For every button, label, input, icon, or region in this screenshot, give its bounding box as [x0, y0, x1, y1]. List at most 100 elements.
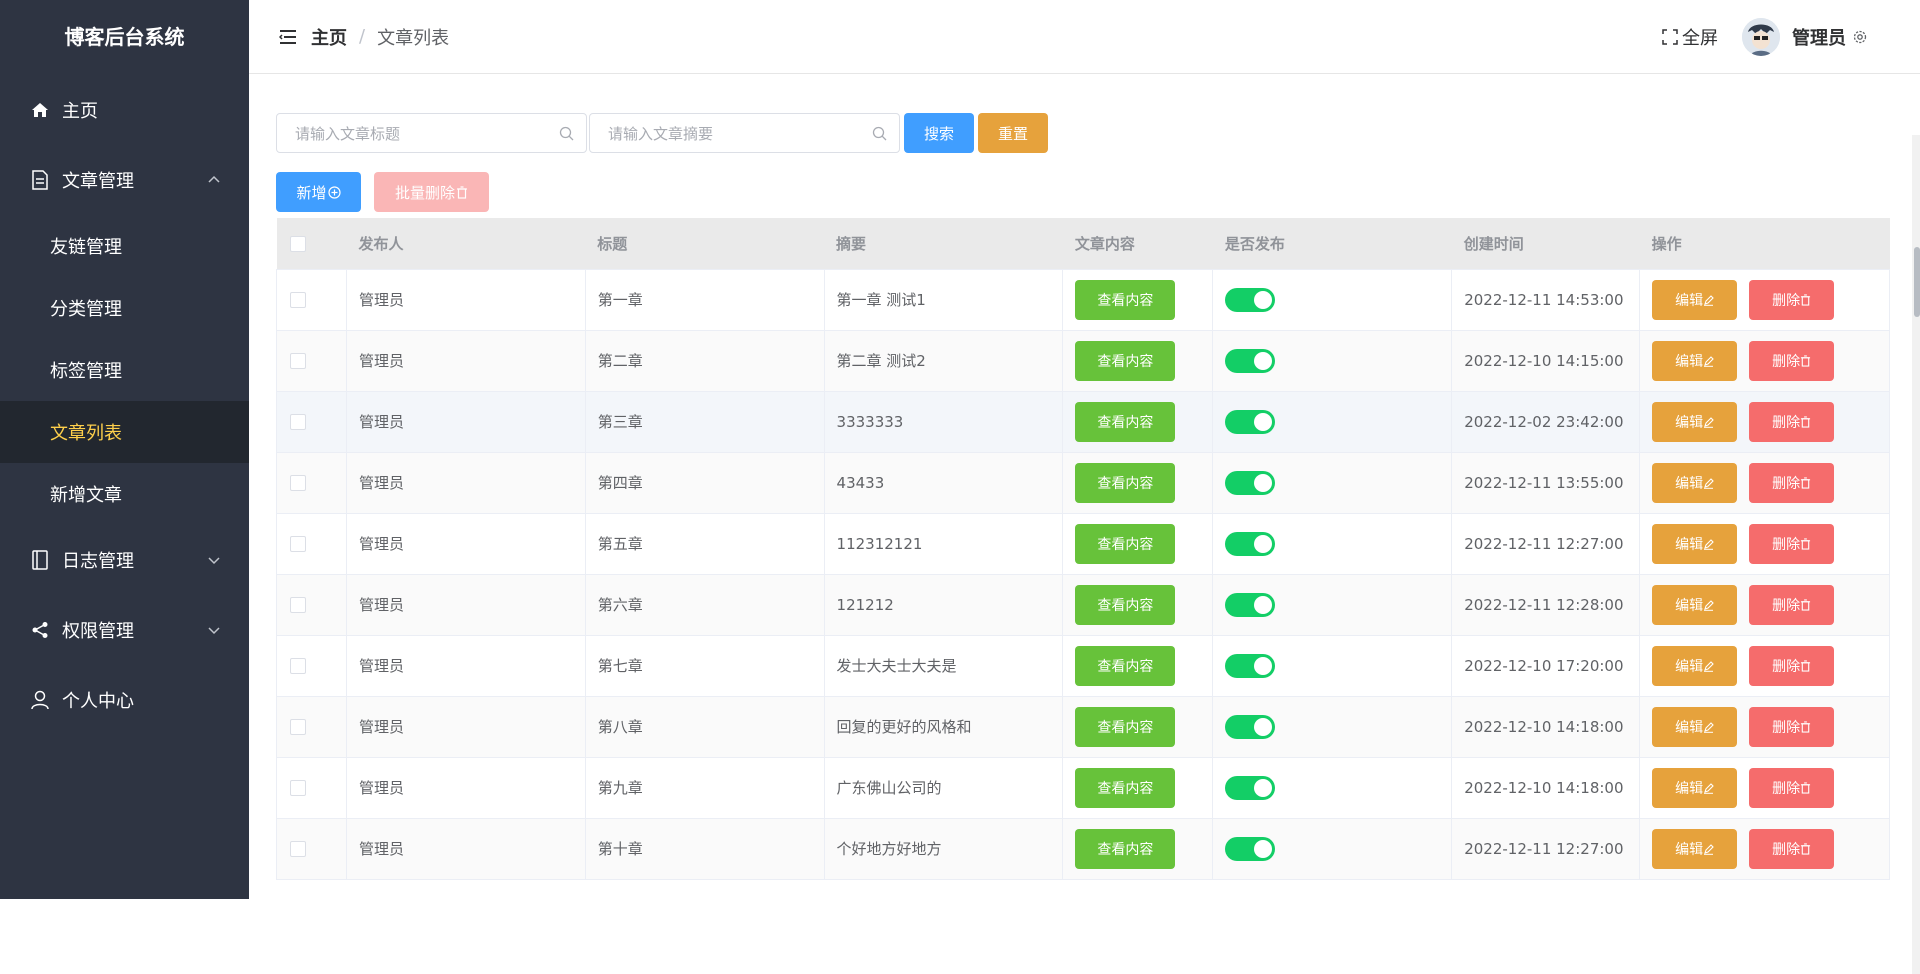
view-content-button[interactable]: 查看内容 [1075, 401, 1176, 442]
row-checkbox[interactable] [290, 597, 306, 613]
select-all-checkbox[interactable] [289, 235, 306, 252]
delete-button[interactable]: 删除 [1749, 828, 1835, 869]
edit-button[interactable]: 编辑 [1652, 462, 1738, 503]
edit-button[interactable]: 编辑 [1652, 523, 1738, 564]
row-checkbox[interactable] [290, 353, 306, 369]
view-content-button[interactable]: 查看内容 [1075, 523, 1176, 564]
row-checkbox[interactable] [290, 475, 306, 491]
avatar[interactable] [1742, 18, 1780, 56]
row-checkbox[interactable] [290, 414, 306, 430]
header-summary: 摘要 [824, 218, 1063, 270]
publish-toggle[interactable] [1225, 470, 1276, 495]
table-header-row: 发布人 标题 摘要 文章内容 是否发布 创建时间 操作 [276, 218, 1890, 270]
edit-button[interactable]: 编辑 [1652, 645, 1738, 686]
sidebar-item-label: 权限管理 [62, 621, 134, 642]
cell-created: 2022-12-11 12:27:00 [1451, 513, 1641, 575]
edit-button[interactable]: 编辑 [1652, 279, 1738, 320]
row-checkbox[interactable] [290, 719, 306, 735]
view-content-button[interactable]: 查看内容 [1075, 279, 1176, 320]
delete-button[interactable]: 删除 [1749, 523, 1835, 564]
sidebar-item-permissions[interactable]: 权限管理 [0, 595, 249, 665]
sidebar-item-categories[interactable]: 分类管理 [0, 277, 249, 339]
row-select-cell [276, 635, 347, 697]
delete-button[interactable]: 删除 [1749, 584, 1835, 625]
cell-title: 第九章 [585, 757, 825, 819]
view-content-button[interactable]: 查看内容 [1075, 645, 1176, 686]
cell-summary: 121212 [824, 574, 1064, 636]
header-content: 文章内容 [1062, 218, 1213, 270]
sidebar-item-logs[interactable]: 日志管理 [0, 525, 249, 595]
edit-button[interactable]: 编辑 [1652, 767, 1738, 808]
row-select-cell [276, 513, 347, 575]
view-content-button[interactable]: 查看内容 [1075, 462, 1176, 503]
header-actions: 操作 [1639, 218, 1890, 270]
page-scrollbar[interactable] [1912, 135, 1920, 974]
cell-title: 第六章 [585, 574, 825, 636]
publish-toggle[interactable] [1225, 531, 1276, 556]
user-name[interactable]: 管理员 [1792, 24, 1846, 50]
publish-toggle[interactable] [1225, 714, 1276, 739]
view-content-button[interactable]: 查看内容 [1075, 828, 1176, 869]
row-checkbox[interactable] [290, 536, 306, 552]
cell-content: 查看内容 [1062, 452, 1214, 514]
delete-button[interactable]: 删除 [1749, 401, 1835, 442]
edit-button[interactable]: 编辑 [1652, 340, 1738, 381]
cell-author: 管理员 [346, 818, 586, 880]
reset-button[interactable]: 重置 [978, 113, 1048, 153]
sidebar-item-article-management[interactable]: 文章管理 [0, 145, 249, 215]
row-select-cell [276, 757, 347, 819]
row-checkbox[interactable] [290, 292, 306, 308]
publish-toggle[interactable] [1225, 348, 1276, 373]
scrollbar-thumb[interactable] [1914, 247, 1920, 317]
breadcrumb-home[interactable]: 主页 [311, 24, 347, 50]
row-checkbox[interactable] [290, 841, 306, 857]
row-checkbox[interactable] [290, 658, 306, 674]
header-author: 发布人 [346, 218, 586, 270]
delete-button[interactable]: 删除 [1749, 462, 1835, 503]
delete-button[interactable]: 删除 [1749, 340, 1835, 381]
edit-button[interactable]: 编辑 [1652, 706, 1738, 747]
delete-button[interactable]: 删除 [1749, 706, 1835, 747]
edit-button[interactable]: 编辑 [1652, 584, 1738, 625]
publish-toggle[interactable] [1225, 775, 1276, 800]
table-row: 管理员 第三章 3333333 查看内容 2022-12-02 23:42:00 编辑 删除 [276, 391, 1890, 453]
delete-button[interactable]: 删除 [1749, 645, 1835, 686]
menu-collapse-icon[interactable] [279, 28, 297, 46]
batch-delete-button[interactable]: 批量删除 [374, 172, 489, 212]
summary-search-input[interactable]: 请输入文章摘要 [589, 113, 900, 153]
delete-button[interactable]: 删除 [1749, 279, 1835, 320]
view-content-button[interactable]: 查看内容 [1075, 767, 1176, 808]
view-content-button[interactable]: 查看内容 [1075, 706, 1176, 747]
edit-label: 编辑 [1675, 414, 1704, 431]
edit-button[interactable]: 编辑 [1652, 828, 1738, 869]
sidebar-item-profile[interactable]: 个人中心 [0, 665, 249, 735]
title-search-input[interactable]: 请输入文章标题 [276, 113, 587, 153]
add-button[interactable]: 新增 [276, 172, 361, 212]
publish-toggle[interactable] [1225, 287, 1276, 312]
trash-icon [1800, 659, 1811, 672]
gear-icon[interactable] [1852, 29, 1868, 45]
search-button[interactable]: 搜索 [904, 113, 974, 153]
row-checkbox[interactable] [290, 780, 306, 796]
cell-actions: 编辑 删除 [1639, 452, 1890, 514]
sidebar-item-label: 文章管理 [62, 171, 134, 192]
view-content-button[interactable]: 查看内容 [1075, 340, 1176, 381]
sidebar-item-tags[interactable]: 标签管理 [0, 339, 249, 401]
publish-toggle[interactable] [1225, 836, 1276, 861]
fullscreen-button[interactable]: 全屏 [1662, 24, 1718, 50]
edit-icon [1704, 721, 1714, 733]
publish-toggle[interactable] [1225, 592, 1276, 617]
edit-button[interactable]: 编辑 [1652, 401, 1738, 442]
delete-button[interactable]: 删除 [1749, 767, 1835, 808]
cell-actions: 编辑 删除 [1639, 818, 1890, 880]
sidebar-item-article-list[interactable]: 文章列表 [0, 401, 249, 463]
sidebar-item-new-article[interactable]: 新增文章 [0, 463, 249, 525]
publish-toggle[interactable] [1225, 409, 1276, 434]
sidebar-item-friend-links[interactable]: 友链管理 [0, 215, 249, 277]
view-content-button[interactable]: 查看内容 [1075, 584, 1176, 625]
sidebar-item-home[interactable]: 主页 [0, 75, 249, 145]
edit-icon [1704, 599, 1714, 611]
trash-icon [1800, 720, 1811, 733]
action-bar: 新增 批量删除 [276, 172, 489, 212]
publish-toggle[interactable] [1225, 653, 1276, 678]
